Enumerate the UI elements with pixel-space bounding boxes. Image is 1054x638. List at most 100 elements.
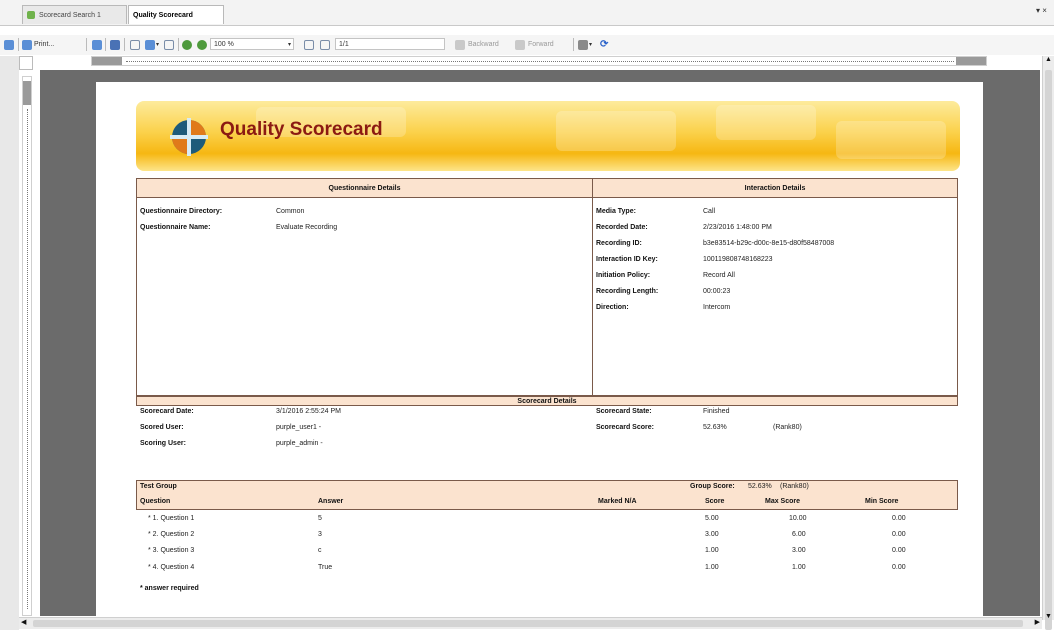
column-header: Max Score (765, 498, 801, 505)
page-number-field[interactable]: 1/1 (335, 38, 445, 50)
report-toolbar: Print... ▾ 100 % ▾ 1/1 Backward Forward … (0, 35, 1054, 55)
chevron-down-icon: ▾ (287, 41, 291, 48)
forward-icon (515, 39, 525, 50)
max-score-cell: 6.00 (792, 531, 806, 538)
min-score-cell: 0.00 (892, 564, 906, 571)
question-cell: * 4. Question 4 (148, 564, 195, 571)
scroll-left-icon[interactable]: ◀ (21, 618, 26, 626)
refresh-icon[interactable]: ⟳ (600, 37, 608, 52)
interaction-details-header: Interaction Details (593, 179, 957, 198)
tab-label: Quality Scorecard (133, 11, 193, 19)
document-icon (27, 11, 35, 19)
page-setup-icon[interactable] (92, 37, 102, 52)
field-value: Call (703, 208, 716, 215)
column-header: Question (140, 498, 171, 505)
scroll-thumb[interactable] (1045, 70, 1052, 630)
zoom-value: 100 % (214, 40, 234, 48)
multi-page-icon[interactable]: ▾ (145, 37, 159, 52)
field-label: Media Type: (596, 208, 636, 215)
tab-label: Scorecard Search 1 (39, 11, 101, 19)
tab-strip: Scorecard Search 1 Quality Scorecard ▾ × (0, 0, 1054, 26)
thumbnail-icon[interactable] (164, 37, 174, 52)
details-divider (592, 178, 593, 396)
group-score-label: Group Score: (690, 483, 735, 490)
answer-cell: True (318, 564, 333, 571)
field-label: Scorecard Date: (140, 408, 194, 415)
field-value: purple_admin - (276, 440, 323, 447)
ruler-margin-right (956, 57, 986, 65)
backward-icon (455, 39, 465, 50)
single-page-icon[interactable] (130, 37, 140, 52)
ruler-margin-top (23, 81, 31, 105)
page-value: 1/1 (339, 40, 349, 48)
column-header: Min Score (865, 498, 899, 505)
field-value: Intercom (703, 304, 731, 311)
forward-button[interactable]: Forward (515, 37, 554, 52)
scroll-right-icon[interactable]: ▶ (1035, 618, 1040, 626)
zoom-in-icon[interactable] (182, 37, 192, 52)
print-label: Print... (34, 41, 55, 48)
toolbar-separator (178, 38, 179, 51)
field-extra: (Rank80) (773, 424, 802, 431)
column-header: Marked N/A (598, 498, 637, 505)
field-value: Common (276, 208, 305, 215)
left-margin-strip (0, 56, 19, 630)
vertical-scrollbar[interactable]: ▲ ▼ (1042, 56, 1054, 630)
backward-button[interactable]: Backward (455, 37, 499, 52)
field-value: 00:00:23 (703, 288, 731, 295)
group-score-value: 52.63% (748, 483, 772, 490)
field-value: purple_user1 - (276, 424, 322, 431)
toolbar-separator (124, 38, 125, 51)
score-cell: 3.00 (705, 531, 719, 538)
max-score-cell: 1.00 (792, 564, 806, 571)
field-label: Interaction ID Key: (596, 256, 658, 263)
field-label: Recorded Date: (596, 224, 648, 231)
test-group-header (136, 480, 958, 510)
horizontal-scrollbar[interactable]: ◀ ▶ (19, 617, 1042, 629)
zoom-select[interactable]: 100 % ▾ (210, 38, 294, 50)
field-value: 2/23/2016 1:48:00 PM (703, 224, 772, 231)
globe-logo-icon (170, 118, 208, 156)
field-label: Questionnaire Directory: (140, 208, 223, 215)
answer-cell: c (318, 547, 322, 554)
field-label: Scorecard State: (596, 408, 652, 415)
previous-page-icon[interactable] (320, 37, 330, 52)
ruler-margin-left (92, 57, 122, 65)
scroll-thumb[interactable] (33, 620, 1023, 627)
question-cell: * 1. Question 1 (148, 515, 195, 522)
answer-cell: 5 (318, 515, 322, 522)
ruler-corner (19, 56, 33, 70)
zoom-out-icon[interactable] (197, 37, 207, 52)
binoculars-icon[interactable] (110, 37, 120, 52)
tab-quality-scorecard[interactable]: Quality Scorecard (128, 5, 224, 24)
print-icon (22, 39, 32, 50)
score-cell: 1.00 (705, 547, 719, 554)
first-page-icon[interactable] (304, 37, 314, 52)
field-label: Recording Length: (596, 288, 659, 295)
footnote: * answer required (140, 585, 199, 592)
export-icon[interactable]: ▾ (578, 37, 592, 52)
field-value: b3e83514-b29c-d00c-8e15-d80f58487008 (703, 240, 835, 247)
scroll-up-icon[interactable]: ▲ (1045, 56, 1052, 63)
field-label: Scored User: (140, 424, 184, 431)
tab-scorecard-search[interactable]: Scorecard Search 1 (22, 5, 127, 24)
group-rank-value: (Rank80) (780, 483, 809, 490)
details-box (136, 178, 958, 396)
min-score-cell: 0.00 (892, 531, 906, 538)
answer-cell: 3 (318, 531, 322, 538)
toolbar-separator (18, 38, 19, 51)
toolbar-separator (86, 38, 87, 51)
min-score-cell: 0.00 (892, 547, 906, 554)
field-value: 100119808748168223 (703, 256, 773, 263)
test-group-title: Test Group (140, 483, 177, 490)
field-label: Scorecard Score: (596, 424, 654, 431)
scroll-down-icon[interactable]: ▼ (1045, 613, 1052, 620)
score-cell: 5.00 (705, 515, 719, 522)
field-value: Evaluate Recording (276, 224, 338, 231)
field-label: Scoring User: (140, 440, 186, 447)
forward-label: Forward (528, 41, 554, 48)
print-button[interactable]: Print... (22, 37, 54, 52)
tab-menu-icon[interactable]: ▾ × (1036, 6, 1047, 15)
copy-icon[interactable] (4, 37, 14, 52)
field-value: 3/1/2016 2:55:24 PM (276, 408, 341, 415)
